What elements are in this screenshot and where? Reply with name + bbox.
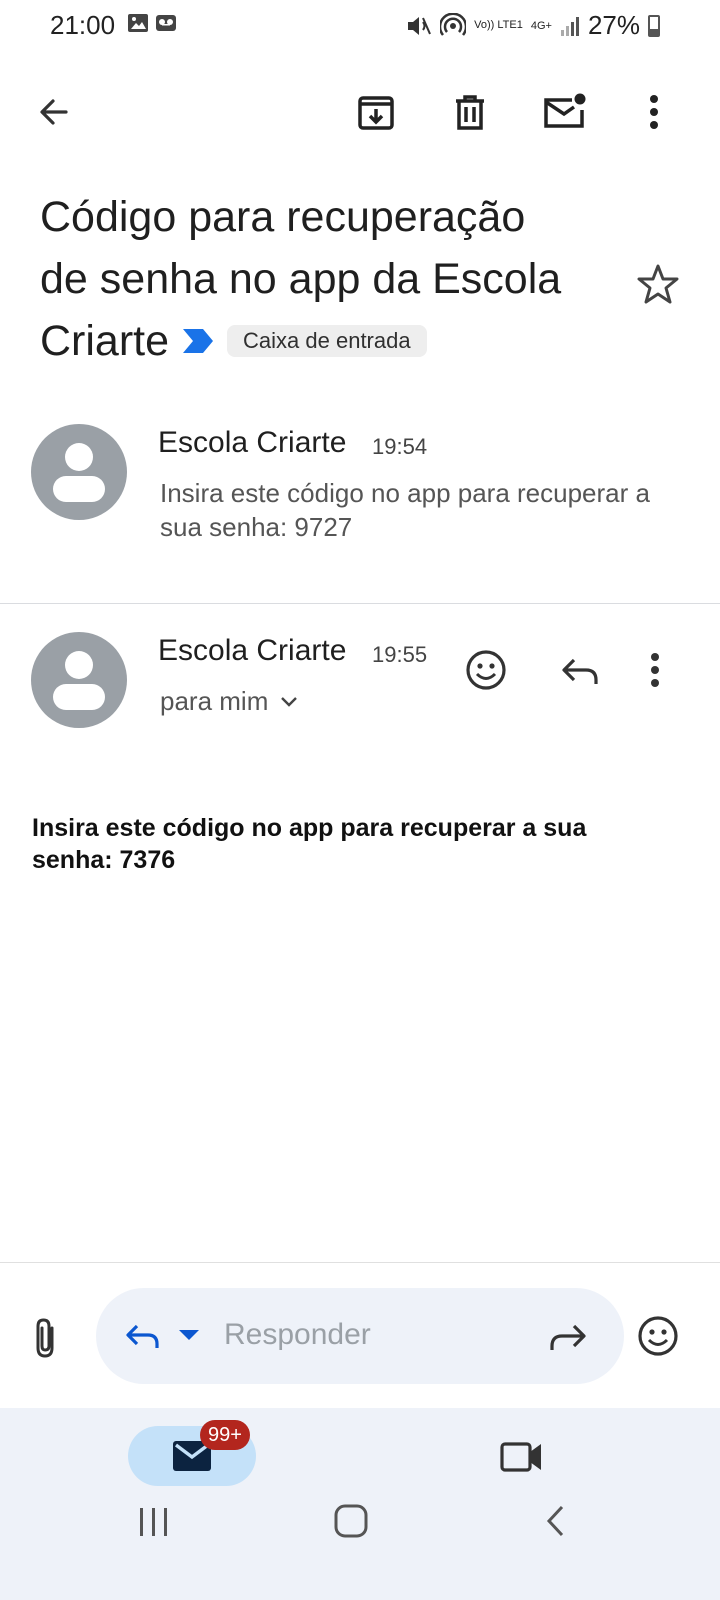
signal-icon (560, 16, 579, 36)
home-button[interactable] (334, 1504, 368, 1538)
attach-button[interactable] (30, 1316, 64, 1360)
nav-meet-tab[interactable] (500, 1438, 544, 1474)
subject-line: de senha no app da Escola (40, 255, 562, 303)
star-icon[interactable] (636, 262, 680, 306)
react-emoji-button[interactable] (464, 648, 508, 692)
trash-icon (456, 95, 484, 130)
voicemail-notification-icon (156, 15, 176, 31)
message-time: 19:54 (372, 434, 428, 459)
subject-line: Código para recuperação (40, 193, 526, 241)
more-vertical-icon (650, 95, 658, 129)
caret-down-icon (179, 1330, 199, 1340)
reply-divider (0, 1262, 720, 1263)
forward-icon (550, 1324, 586, 1350)
back-button[interactable] (24, 80, 84, 144)
sender-name: Escola Criarte (158, 426, 347, 459)
more-vertical-icon (651, 653, 659, 687)
chevron-down-icon (281, 696, 298, 707)
expanded-message: Escola Criarte 19:55 para mim Insira est… (0, 604, 720, 884)
bottom-navigation: 99+ (0, 1408, 720, 1600)
battery-percent: 27% (587, 10, 640, 40)
status-bar: 21:00 Vo)) LTE1 4G+ 27% (0, 0, 720, 52)
paperclip-icon (36, 1318, 54, 1358)
network-type-indicator: 4G+ (530, 19, 552, 32)
status-system-icons: Vo)) LTE1 4G+ 27% (406, 10, 660, 41)
message-snippet: Insira este código no app para recuperar… (160, 478, 650, 542)
sender-name: Escola Criarte (158, 634, 347, 667)
video-camera-icon (500, 1442, 541, 1472)
reply-icon (126, 1324, 159, 1348)
message-more-button[interactable] (650, 652, 670, 688)
unread-count-badge: 99+ (200, 1420, 250, 1450)
label-chip-inbox[interactable]: Caixa de entrada (227, 325, 427, 357)
message-time: 19:55 (372, 642, 428, 667)
recipient-label: para mim (160, 686, 269, 716)
back-chevron-icon (546, 1505, 564, 1537)
subject-line: Criarte (40, 317, 170, 365)
hotspot-icon (440, 12, 467, 36)
volte-indicator: Vo)) LTE1 (474, 19, 523, 31)
battery-icon (648, 14, 660, 37)
emoji-reply-button[interactable] (636, 1314, 680, 1358)
delete-button[interactable] (440, 80, 500, 144)
recent-apps-button[interactable] (136, 1506, 172, 1538)
archive-button[interactable] (346, 80, 406, 144)
avatar[interactable] (31, 424, 127, 520)
collapsed-message[interactable]: Escola Criarte 19:54 Insira este código … (0, 400, 720, 602)
message-body: Insira este código no app para recuperar… (32, 814, 587, 874)
recipient-details-toggle[interactable]: para mim (160, 686, 298, 717)
status-time: 21:00 (50, 10, 116, 40)
archive-icon (358, 96, 394, 130)
forward-button[interactable] (548, 1320, 588, 1352)
recent-apps-icon (140, 1508, 167, 1536)
arrow-left-icon (40, 99, 68, 125)
more-options-button[interactable] (624, 80, 684, 144)
emoji-icon (466, 650, 506, 690)
importance-marker-icon[interactable] (181, 327, 215, 355)
emoji-icon (638, 1316, 678, 1356)
email-subject: Código para recuperação de senha no app … (40, 186, 630, 372)
home-icon (334, 1504, 368, 1538)
avatar[interactable] (31, 632, 127, 728)
reply-input[interactable]: Responder (224, 1318, 371, 1352)
email-toolbar (0, 80, 720, 150)
gallery-notification-icon (128, 14, 148, 32)
reply-bar[interactable]: Responder (96, 1288, 624, 1384)
reply-icon (562, 658, 598, 684)
mute-icon (408, 16, 432, 35)
reply-type-button[interactable] (124, 1318, 160, 1352)
system-back-button[interactable] (544, 1504, 568, 1538)
reply-button[interactable] (560, 652, 604, 688)
status-notifications (127, 13, 177, 33)
mark-unread-button[interactable] (534, 80, 594, 144)
reply-type-dropdown[interactable] (178, 1328, 200, 1342)
mail-unread-icon (544, 93, 586, 128)
